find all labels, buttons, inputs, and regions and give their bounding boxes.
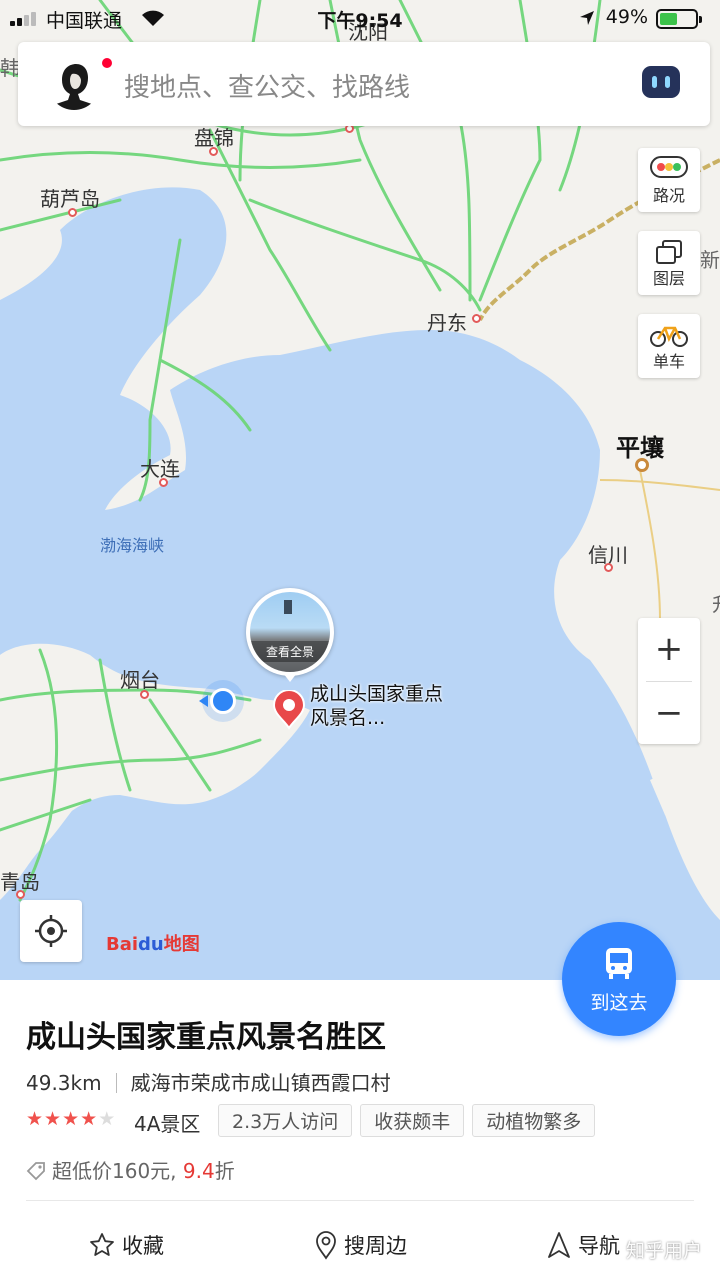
zoom-control: + − xyxy=(638,618,700,744)
status-bar: 中国联通 下午9:54 49% xyxy=(0,0,720,36)
bicycle-icon xyxy=(650,326,688,347)
city-dot xyxy=(209,147,218,156)
partial-city-label: 韩 xyxy=(0,56,20,80)
place-meta: 49.3km 威海市荣成市成山镇西霞口村 xyxy=(26,1067,391,1096)
location-arrow-icon xyxy=(580,11,594,25)
voice-assistant-icon[interactable] xyxy=(642,66,680,98)
notification-dot xyxy=(102,58,112,68)
capital-dot xyxy=(635,458,649,472)
go-here-label: 到这去 xyxy=(590,992,648,1014)
layers-label: 图层 xyxy=(652,269,685,288)
partial-city-label: 升 xyxy=(712,588,720,617)
place-tags: 2.3万人访问 收获颇丰 动植物繁多 xyxy=(218,1104,596,1137)
layers-button[interactable]: 图层 xyxy=(638,231,700,295)
crosshair-icon xyxy=(35,915,67,947)
price-suffix: 折 xyxy=(214,1159,235,1183)
ticket-price[interactable]: 超低价160元, 9.4折 xyxy=(26,1155,235,1184)
place-address: 威海市荣成市成山镇西霞口村 xyxy=(130,1071,391,1095)
current-location-dot xyxy=(210,688,236,714)
city-label: 大连 xyxy=(140,457,180,481)
layers-icon xyxy=(656,240,682,264)
price-discount: 9.4 xyxy=(182,1159,215,1183)
zoom-in-button[interactable]: + xyxy=(638,618,700,680)
city-dot xyxy=(68,208,77,217)
place-distance: 49.3km xyxy=(26,1071,102,1095)
city-dot xyxy=(604,563,613,572)
map-pin-outline-icon xyxy=(316,1231,336,1260)
user-avatar[interactable] xyxy=(48,58,100,110)
partial-city-label: 新 xyxy=(700,248,720,272)
star-outline-icon xyxy=(90,1233,114,1256)
star-filled-icon: ★ xyxy=(80,1108,99,1130)
baidu-map-logo: Baidu地图 xyxy=(106,934,200,955)
meta-divider xyxy=(115,1073,117,1093)
navigation-arrow-icon xyxy=(548,1232,570,1258)
traffic-label: 路况 xyxy=(652,186,685,205)
avatar-image xyxy=(48,58,100,110)
traffic-light-icon xyxy=(650,156,688,178)
city-dot xyxy=(159,478,168,487)
bus-icon xyxy=(606,948,632,979)
panorama-image: 查看全景 xyxy=(250,592,330,672)
place-tag: 2.3万人访问 xyxy=(218,1104,353,1137)
sea-label: 渤海海峡 xyxy=(100,536,165,555)
favorite-button[interactable]: 收藏 xyxy=(88,1230,164,1260)
city-label: 丹东 xyxy=(427,311,467,335)
star-filled-icon: ★ xyxy=(62,1108,81,1130)
locate-button[interactable] xyxy=(20,900,82,962)
navigate-button[interactable]: 导航 xyxy=(546,1230,620,1260)
place-title[interactable]: 成山头国家重点风景名胜区 xyxy=(26,1012,386,1056)
panel-divider xyxy=(26,1200,694,1201)
price-text: 超低价160元, xyxy=(52,1159,177,1183)
city-dot xyxy=(472,314,481,323)
panorama-thumbnail[interactable]: 查看全景 xyxy=(246,588,334,676)
city-dot xyxy=(16,890,25,899)
search-nearby-button[interactable]: 搜周边 xyxy=(314,1230,407,1260)
watermark: 知乎用户 xyxy=(625,1240,702,1262)
scenic-level: 4A景区 xyxy=(134,1112,201,1136)
poi-pin-icon[interactable] xyxy=(272,690,306,730)
poi-label[interactable]: 成山头国家重点风景名... xyxy=(310,682,460,730)
map-base xyxy=(0,0,720,980)
star-filled-icon: ★ xyxy=(44,1108,63,1130)
battery-percent: 49% xyxy=(605,6,648,28)
zoom-out-button[interactable]: − xyxy=(638,682,700,744)
search-input[interactable]: 搜地点、查公交、找路线 xyxy=(124,67,410,104)
search-nearby-label: 搜周边 xyxy=(344,1234,407,1258)
rating-stars: ★★★★★ xyxy=(26,1108,116,1130)
bike-label: 单车 xyxy=(652,352,685,371)
panorama-caption: 查看全景 xyxy=(250,641,330,662)
favorite-label: 收藏 xyxy=(122,1234,164,1258)
navigate-label: 导航 xyxy=(578,1234,620,1258)
heading-arrow-icon xyxy=(199,695,208,707)
search-bar[interactable]: 搜地点、查公交、找路线 xyxy=(18,42,710,126)
city-dot xyxy=(140,690,149,699)
place-tag: 收获颇丰 xyxy=(360,1104,465,1137)
panorama-pointer xyxy=(283,673,297,682)
price-tag-icon xyxy=(26,1162,45,1181)
battery-icon xyxy=(656,9,702,29)
star-empty-icon: ★ xyxy=(98,1108,117,1130)
city-label: 烟台 xyxy=(120,668,160,692)
map-canvas[interactable]: 韩 新 升 沈阳 盘锦 葫芦岛 丹东 大连 平壤 信川 渤海海峡 烟台 青岛 查… xyxy=(0,0,720,980)
bike-button[interactable]: 单车 xyxy=(638,314,700,378)
star-filled-icon: ★ xyxy=(26,1108,45,1130)
go-here-button[interactable]: 到这去 xyxy=(562,922,676,1036)
traffic-button[interactable]: 路况 xyxy=(638,148,700,212)
place-tag: 动植物繁多 xyxy=(472,1104,596,1137)
